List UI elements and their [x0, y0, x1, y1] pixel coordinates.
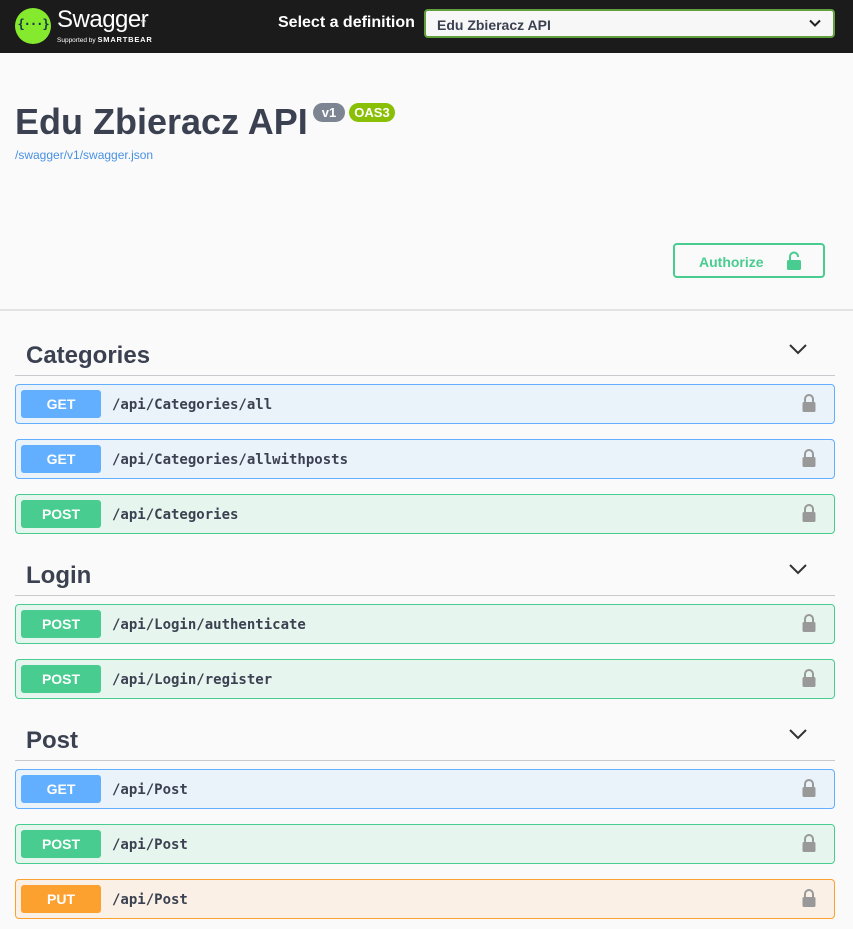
operation-path: /api/Post	[112, 782, 188, 798]
operation-path: /api/Categories	[112, 507, 239, 523]
unlocked-padlock-icon	[787, 251, 801, 270]
operation-path: /api/Post	[112, 837, 188, 853]
tag-name: Login	[26, 562, 92, 589]
swagger-json-link[interactable]: /swagger/v1/swagger.json	[15, 148, 153, 162]
tag-section-categories[interactable]: Categories	[15, 332, 835, 376]
lock-icon[interactable]	[801, 613, 817, 638]
version-badge: v1	[313, 103, 345, 122]
section-divider	[0, 309, 853, 311]
method-badge: PUT	[21, 885, 101, 913]
topbar: {···} Swagger ™ Supported by SMARTBEAR S…	[0, 0, 853, 53]
operation-row[interactable]: POST/api/Login/register	[15, 659, 835, 699]
definition-select[interactable]: Edu Zbieracz API	[424, 9, 835, 38]
operation-row[interactable]: PUT/api/Post	[15, 879, 835, 919]
operation-path: /api/Post	[112, 892, 188, 908]
definition-label: Select a definition	[278, 14, 415, 31]
chevron-down-icon[interactable]	[789, 342, 807, 360]
tag-name: Post	[26, 727, 79, 754]
operation-row[interactable]: POST/api/Categories	[15, 494, 835, 534]
method-badge: GET	[21, 775, 101, 803]
page-title: Edu Zbieracz API	[15, 101, 308, 142]
lock-icon[interactable]	[801, 778, 817, 803]
chevron-down-icon[interactable]	[789, 562, 807, 580]
method-badge: POST	[21, 830, 101, 858]
definition-select-value: Edu Zbieracz API	[437, 17, 551, 33]
lock-icon[interactable]	[801, 448, 817, 473]
lock-icon[interactable]	[801, 888, 817, 913]
lock-icon[interactable]	[801, 833, 817, 858]
operation-row[interactable]: GET/api/Categories/all	[15, 384, 835, 424]
method-badge: GET	[21, 390, 101, 418]
operation-row[interactable]: POST/api/Login/authenticate	[15, 604, 835, 644]
lock-icon[interactable]	[801, 668, 817, 693]
operation-row[interactable]: GET/api/Categories/allwithposts	[15, 439, 835, 479]
operation-path: /api/Login/register	[112, 672, 273, 688]
method-badge: POST	[21, 665, 101, 693]
swagger-logo-icon: {···}	[15, 8, 51, 44]
tag-section-post[interactable]: Post	[15, 717, 835, 761]
logo-name: Swagger	[57, 6, 149, 33]
swagger-logo[interactable]: {···} Swagger ™ Supported by SMARTBEAR	[15, 6, 160, 46]
tag-section-login[interactable]: Login	[15, 552, 835, 596]
authorize-button[interactable]: Authorize	[673, 243, 825, 278]
operation-path: /api/Categories/all	[112, 397, 273, 413]
chevron-down-icon[interactable]	[789, 727, 807, 745]
method-badge: POST	[21, 610, 101, 638]
tag-name: Categories	[26, 342, 151, 369]
logo-trademark: ™	[140, 20, 146, 26]
operation-row[interactable]: POST/api/Post	[15, 824, 835, 864]
lock-icon[interactable]	[801, 503, 817, 528]
lock-icon[interactable]	[801, 393, 817, 418]
method-badge: POST	[21, 500, 101, 528]
operation-path: /api/Login/authenticate	[112, 617, 306, 633]
authorize-label: Authorize	[699, 254, 764, 270]
operation-row[interactable]: GET/api/Post	[15, 769, 835, 809]
operation-path: /api/Categories/allwithposts	[112, 452, 349, 468]
logo-supported-by: Supported by SMARTBEAR	[57, 35, 153, 44]
oas-badge: OAS3	[349, 103, 395, 122]
method-badge: GET	[21, 445, 101, 473]
chevron-down-icon	[809, 19, 821, 27]
